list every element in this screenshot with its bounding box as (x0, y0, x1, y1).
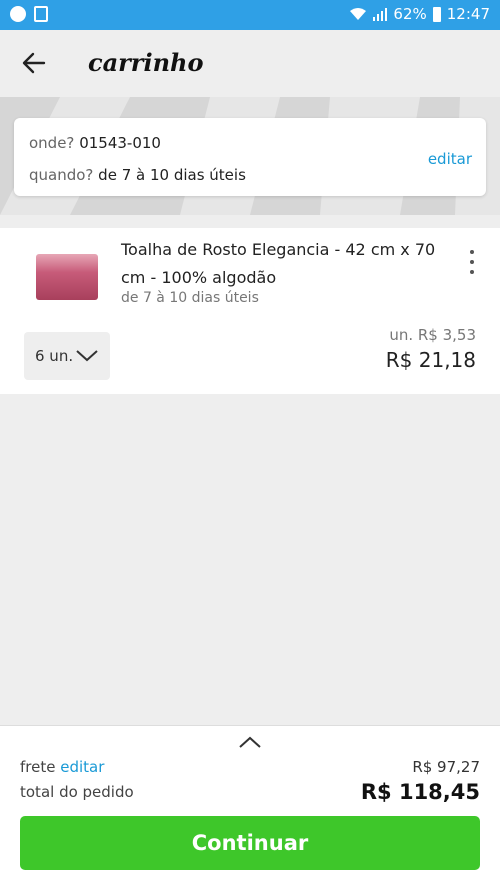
signal-icon (373, 8, 388, 21)
battery-percent: 62% (393, 5, 427, 23)
cart-item: Toalha de Rosto Elegancia - 42 cm x 70 c… (0, 228, 500, 394)
more-options-icon[interactable] (468, 250, 476, 274)
quantity-value: 6 un. (35, 347, 74, 365)
where-value: 01543-010 (79, 134, 161, 152)
product-delivery-days: de 7 à 10 dias úteis (121, 290, 259, 306)
unit-price: un. R$ 3,53 (389, 326, 476, 344)
status-bar: 62% 12:47 (0, 0, 500, 30)
product-thumbnail[interactable] (36, 254, 98, 300)
chevron-up-icon[interactable] (238, 736, 262, 749)
total-value: R$ 118,45 (360, 780, 480, 804)
when-value: de 7 à 10 dias úteis (98, 166, 246, 184)
item-subtotal: R$ 21,18 (385, 348, 476, 372)
edit-delivery-link[interactable]: editar (428, 150, 472, 168)
delivery-card: onde? 01543-010 quando? de 7 à 10 dias ú… (14, 118, 486, 196)
wifi-icon (350, 8, 367, 20)
back-arrow-icon[interactable] (22, 52, 46, 74)
continue-button[interactable]: Continuar (20, 816, 480, 870)
notification-dot-icon (10, 6, 26, 22)
shipping-label: frete (20, 758, 56, 776)
when-label: quando? (29, 166, 94, 184)
where-label: onde? (29, 134, 75, 152)
sd-card-icon (34, 6, 48, 22)
edit-shipping-link[interactable]: editar (60, 758, 104, 776)
app-bar: carrinho (0, 30, 500, 97)
page-title: carrinho (88, 48, 204, 77)
total-label: total do pedido (20, 783, 134, 801)
clock: 12:47 (446, 5, 490, 23)
battery-icon (432, 6, 441, 22)
chevron-down-icon (76, 350, 98, 362)
shipping-value: R$ 97,27 (412, 758, 480, 776)
quantity-dropdown[interactable]: 6 un. (24, 332, 110, 380)
order-summary: frete editar R$ 97,27 total do pedido R$… (0, 725, 500, 889)
product-name[interactable]: Toalha de Rosto Elegancia - 42 cm x 70 c… (121, 236, 441, 292)
